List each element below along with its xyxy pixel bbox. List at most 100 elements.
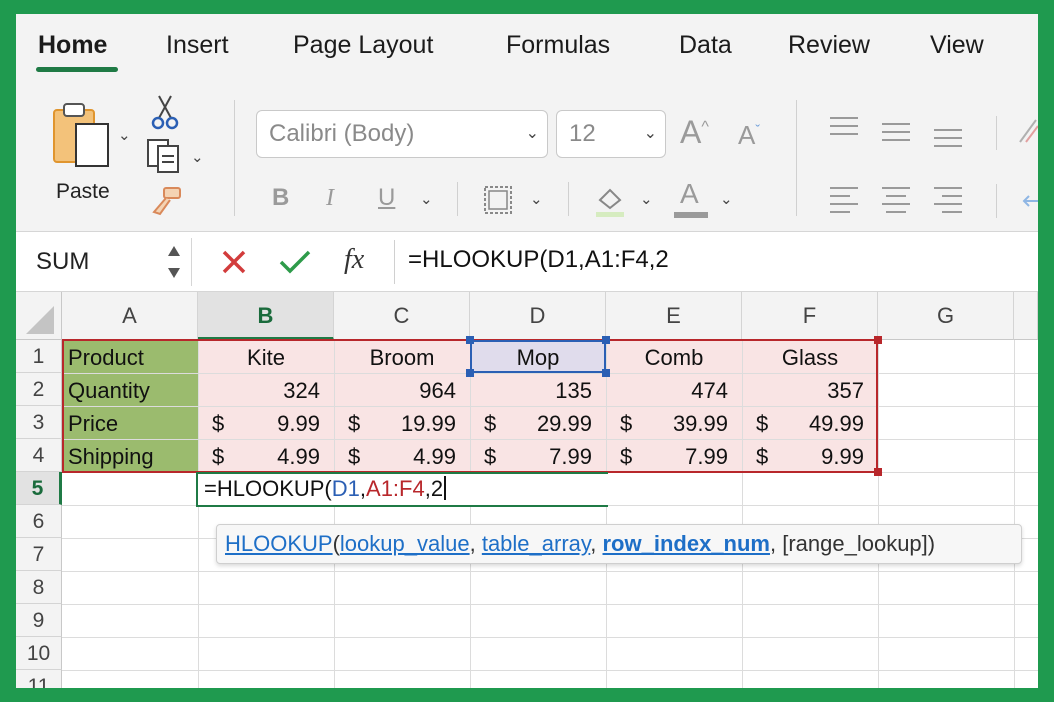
range-handle[interactable] — [602, 336, 610, 344]
row-header-11[interactable]: 11 — [16, 670, 62, 688]
formula-function-text: =HLOOKUP( — [204, 476, 332, 501]
arg-row-index-num-link[interactable]: row_index_num — [603, 531, 770, 556]
formula-ref-a1-f4: A1:F4 — [366, 476, 425, 501]
borders-icon[interactable] — [482, 184, 514, 216]
column-header-b[interactable]: B — [198, 292, 334, 340]
range-handle[interactable] — [466, 336, 474, 344]
fill-color-chevron-icon[interactable]: ⌄ — [640, 190, 653, 208]
underline-chevron-icon[interactable]: ⌄ — [420, 190, 433, 208]
row-header-2[interactable]: 2 — [16, 373, 62, 406]
tab-page-layout[interactable]: Page Layout — [293, 31, 433, 60]
copy-icon[interactable] — [146, 138, 186, 174]
arg-table-array-link[interactable]: table_array — [482, 531, 590, 556]
tooltip-separator: , — [590, 531, 603, 556]
font-family-value: Calibri (Body) — [269, 120, 415, 147]
shrink-font-letter: A — [738, 120, 756, 150]
active-cell-formula[interactable]: =HLOOKUP(D1,A1:F4,2 — [204, 476, 447, 502]
name-box-value: SUM — [36, 248, 90, 275]
row-header-6[interactable]: 6 — [16, 505, 62, 538]
chevron-down-icon: ⌄ — [643, 125, 657, 142]
paste-label: Paste — [56, 180, 110, 203]
cancel-icon[interactable] — [220, 248, 248, 276]
column-header-h[interactable] — [1014, 292, 1038, 340]
tab-view[interactable]: View — [930, 31, 984, 60]
bold-button[interactable]: B — [272, 186, 289, 210]
tab-insert[interactable]: Insert — [166, 31, 229, 60]
grow-font-letter: A — [680, 114, 702, 150]
vertical-align-icons[interactable] — [828, 114, 976, 154]
function-help-link[interactable]: HLOOKUP — [225, 531, 333, 556]
name-box-stepper-icon[interactable] — [166, 244, 182, 280]
range-handle[interactable] — [874, 468, 882, 476]
row-header-4[interactable]: 4 — [16, 439, 62, 472]
arg-range-lookup: [range_lookup]) — [782, 531, 936, 556]
tooltip-separator: , — [769, 531, 783, 556]
row-header-9[interactable]: 9 — [16, 604, 62, 637]
grow-font-icon[interactable]: A^ — [680, 116, 709, 148]
worksheet-grid[interactable]: A B C D E F G 1 2 3 4 5 6 7 8 9 10 11 Pr… — [16, 292, 1038, 688]
column-header-g[interactable]: G — [878, 292, 1014, 340]
gridline — [1014, 340, 1015, 688]
shrink-font-icon[interactable]: Aˇ — [738, 122, 760, 148]
borders-chevron-icon[interactable]: ⌄ — [530, 190, 543, 208]
tooltip-paren: ( — [332, 531, 340, 556]
copy-chevron-icon[interactable]: ⌄ — [191, 148, 204, 166]
range-handle[interactable] — [466, 369, 474, 377]
format-painter-icon[interactable] — [146, 184, 186, 218]
row-header-1[interactable]: 1 — [16, 340, 62, 373]
range-handle[interactable] — [874, 336, 882, 344]
formula-input[interactable]: =HLOOKUP(D1,A1:F4,2 — [408, 246, 669, 274]
underline-button[interactable]: U — [378, 186, 395, 210]
paste-chevron-icon[interactable]: ⌄ — [118, 126, 131, 144]
row-header-5[interactable]: 5 — [16, 472, 62, 505]
formula-ref-d1: D1 — [331, 476, 360, 501]
column-header-d[interactable]: D — [470, 292, 606, 340]
tab-home[interactable]: Home — [38, 31, 107, 60]
decrease-indent-icon[interactable] — [1020, 188, 1038, 214]
divider — [796, 100, 797, 216]
chevron-down-icon: ⌄ — [525, 125, 539, 142]
tab-data[interactable]: Data — [679, 31, 732, 60]
divider — [996, 116, 997, 150]
italic-button[interactable]: I — [326, 186, 334, 210]
tab-formulas[interactable]: Formulas — [506, 31, 610, 60]
active-tab-indicator — [36, 67, 118, 72]
divider — [394, 240, 395, 284]
clipboard-icon — [53, 103, 109, 167]
paste-button[interactable]: ⌄ Paste — [46, 96, 136, 203]
row-header-10[interactable]: 10 — [16, 637, 62, 670]
font-color-button[interactable]: A — [674, 180, 710, 218]
insert-function-icon[interactable]: fx — [344, 244, 364, 276]
select-all-triangle-icon — [26, 306, 54, 334]
arg-lookup-value-link[interactable]: lookup_value — [340, 531, 470, 556]
enter-check-icon[interactable] — [278, 248, 312, 276]
orientation-icon[interactable] — [1016, 116, 1038, 146]
column-header-c[interactable]: C — [334, 292, 470, 340]
column-header-e[interactable]: E — [606, 292, 742, 340]
font-size-select[interactable]: 12 ⌄ — [556, 110, 666, 158]
tab-review[interactable]: Review — [788, 31, 870, 60]
excel-window: Home Insert Page Layout Formulas Data Re… — [16, 14, 1038, 688]
function-signature-tooltip: HLOOKUP(lookup_value, table_array, row_i… — [216, 524, 1022, 564]
row-header-8[interactable]: 8 — [16, 571, 62, 604]
fill-color-icon[interactable] — [592, 182, 628, 218]
name-box[interactable]: SUM — [16, 238, 192, 286]
row-header-7[interactable]: 7 — [16, 538, 62, 571]
font-family-select[interactable]: Calibri (Body) ⌄ — [256, 110, 548, 158]
gridline — [62, 670, 1038, 671]
formula-row-index: ,2 — [424, 476, 444, 501]
column-header-f[interactable]: F — [742, 292, 878, 340]
formula-bar: SUM fx =HLOOKUP(D1,A1:F4,2 — [16, 232, 1038, 292]
font-color-chevron-icon[interactable]: ⌄ — [720, 190, 733, 208]
lookup-value-highlight — [470, 340, 606, 373]
cut-icon[interactable] — [149, 94, 181, 130]
select-all-corner[interactable] — [16, 292, 62, 340]
gridline — [62, 604, 1038, 605]
row-header-3[interactable]: 3 — [16, 406, 62, 439]
range-handle[interactable] — [602, 369, 610, 377]
horizontal-align-icons[interactable] — [828, 184, 976, 220]
gridline — [62, 571, 1038, 572]
font-size-value: 12 — [569, 120, 596, 147]
column-header-a[interactable]: A — [62, 292, 198, 340]
gridline — [878, 340, 879, 688]
